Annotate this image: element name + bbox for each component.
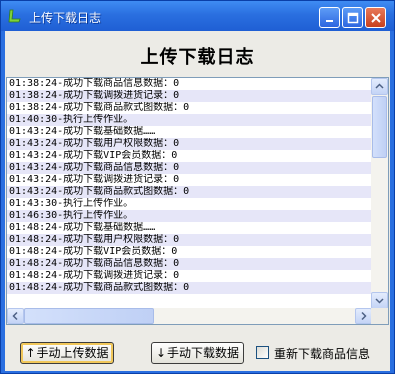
log-line: 01:38:24-成功下载商品款式图数据：0 [9, 102, 190, 113]
arrow-up-icon: ↑ [25, 346, 36, 360]
log-line: 01:48:24-成功下载用户权限数据：0 [7, 234, 372, 246]
log-line: 01:43:24-成功下载基础数据…… [9, 126, 156, 137]
log-line: 01:43:24-成功下载VIP会员数据：0 [9, 150, 178, 161]
horizontal-scroll-thumb[interactable] [24, 308, 154, 324]
log-line: 01:38:24-成功下载商品信息数据：0 [9, 78, 180, 89]
scroll-corner [371, 308, 388, 324]
scroll-left-button[interactable] [7, 308, 24, 324]
log-list[interactable]: 01:38:24-成功下载商品信息数据：0 01:38:24-成功下载调拨进货记录… [6, 77, 389, 325]
manual-upload-button[interactable]: ↑手动上传数据 [20, 342, 114, 364]
close-button[interactable] [365, 7, 386, 28]
redownload-checkbox-label[interactable]: 重新下载商品信息 [274, 345, 370, 362]
scroll-down-button[interactable] [371, 292, 388, 309]
minimize-icon [326, 20, 333, 22]
log-lines-container: 01:38:24-成功下载商品信息数据：0 01:38:24-成功下载调拨进货记录… [7, 78, 372, 309]
scroll-up-button[interactable] [371, 78, 388, 95]
vertical-scrollbar[interactable] [371, 78, 388, 309]
log-line: 01:46:30-执行上传作业。 [7, 210, 372, 222]
close-icon [371, 13, 381, 23]
horizontal-scrollbar[interactable] [7, 308, 372, 324]
manual-download-button[interactable]: ↓手动下载数据 [151, 342, 244, 364]
title-bar[interactable]: 上传下载日志 [1, 1, 394, 31]
log-line: 01:38:24-成功下载调拨进货记录：0 [7, 90, 372, 102]
scroll-right-icon [361, 311, 367, 321]
log-line: 01:48:24-成功下载商品款式图数据：0 [7, 282, 372, 294]
log-line: 01:43:24-成功下载商品信息数据：0 [7, 162, 372, 174]
scroll-left-icon [12, 311, 18, 321]
maximize-icon [347, 12, 359, 24]
window-title: 上传下载日志 [29, 11, 102, 25]
client-area: 上传下载日志 01:38:24-成功下载商品信息数据：0 01:38:24-成功下… [5, 31, 390, 371]
log-line: 01:43:30-执行上传作业。 [9, 198, 134, 209]
arrow-down-icon: ↓ [155, 346, 167, 360]
redownload-checkbox[interactable] [256, 346, 269, 359]
maximize-button[interactable] [342, 7, 363, 28]
vertical-scroll-thumb[interactable] [372, 96, 387, 158]
app-window: 上传下载日志 上传下载日志 01:38:24-成功下载商品信息数据：0 01:38… [0, 0, 395, 374]
minimize-button[interactable] [319, 7, 340, 28]
page-title: 上传下载日志 [140, 47, 255, 68]
scroll-up-icon [375, 83, 384, 89]
log-line: 01:48:24-成功下载VIP会员数据：0 [9, 246, 178, 257]
log-line: 01:48:24-成功下载基础数据…… [9, 222, 156, 233]
log-line: 01:40:30-执行上传作业。 [7, 114, 372, 126]
log-line: 01:48:24-成功下载调拨进货记录：0 [9, 270, 180, 281]
scroll-down-icon [375, 298, 384, 304]
scroll-right-button[interactable] [355, 308, 372, 324]
log-line: 01:43:24-成功下载商品款式图数据：0 [7, 186, 372, 198]
manual-upload-label: 手动上传数据 [36, 346, 109, 360]
log-line: 01:43:24-成功下载调拨进货记录：0 [9, 174, 180, 185]
log-line: 01:48:24-成功下载商品信息数据：0 [7, 258, 372, 270]
manual-download-label: 手动下载数据 [167, 346, 240, 360]
app-logo-icon [8, 9, 21, 23]
log-line: 01:43:24-成功下载用户权限数据：0 [7, 138, 372, 150]
